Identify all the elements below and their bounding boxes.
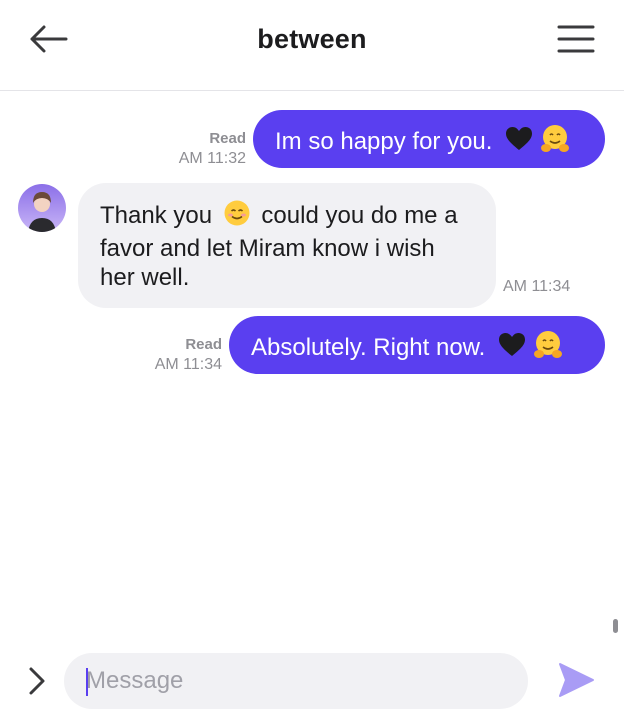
scrollbar[interactable] [613, 619, 618, 633]
message-time: AM 11:34 [154, 356, 222, 373]
read-status: Read [209, 130, 246, 147]
message-meta: Read AM 11:34 [124, 335, 222, 375]
black-heart-icon [505, 126, 533, 159]
smiling-face-icon [223, 199, 251, 234]
outgoing-message-bubble[interactable]: Absolutely. Right now. [229, 316, 605, 374]
menu-button[interactable] [556, 22, 596, 56]
outgoing-message-bubble[interactable]: Im so happy for you. [253, 110, 605, 168]
hamburger-menu-icon [557, 25, 595, 53]
send-button[interactable] [556, 660, 596, 700]
message-text: Im so happy for you. [275, 127, 493, 155]
incoming-message-bubble[interactable]: Thank you could you do me a favor and le… [78, 183, 496, 308]
chevron-right-icon [29, 667, 45, 695]
chat-title: between [257, 24, 367, 54]
message-text-line: Thank you [100, 201, 213, 229]
message-meta: Read AM 11:32 [150, 129, 246, 169]
message-text-line: her well. [100, 264, 190, 291]
message-text: Absolutely. Right now. [251, 333, 486, 361]
message-text-line: favor and let Miram know i wish [100, 235, 435, 262]
hugging-face-icon [540, 124, 570, 161]
read-status: Read [185, 336, 222, 353]
message-text-line: could you do me a [261, 201, 458, 229]
expand-button[interactable] [22, 664, 52, 698]
message-time: AM 11:34 [503, 278, 571, 295]
message-input[interactable] [64, 653, 528, 709]
hugging-face-icon [533, 330, 563, 367]
message-time: AM 11:32 [178, 150, 246, 167]
send-icon [559, 663, 594, 697]
text-cursor [86, 668, 88, 696]
black-heart-icon [498, 332, 526, 365]
chat-header: between [0, 0, 624, 91]
contact-avatar[interactable] [18, 184, 66, 232]
